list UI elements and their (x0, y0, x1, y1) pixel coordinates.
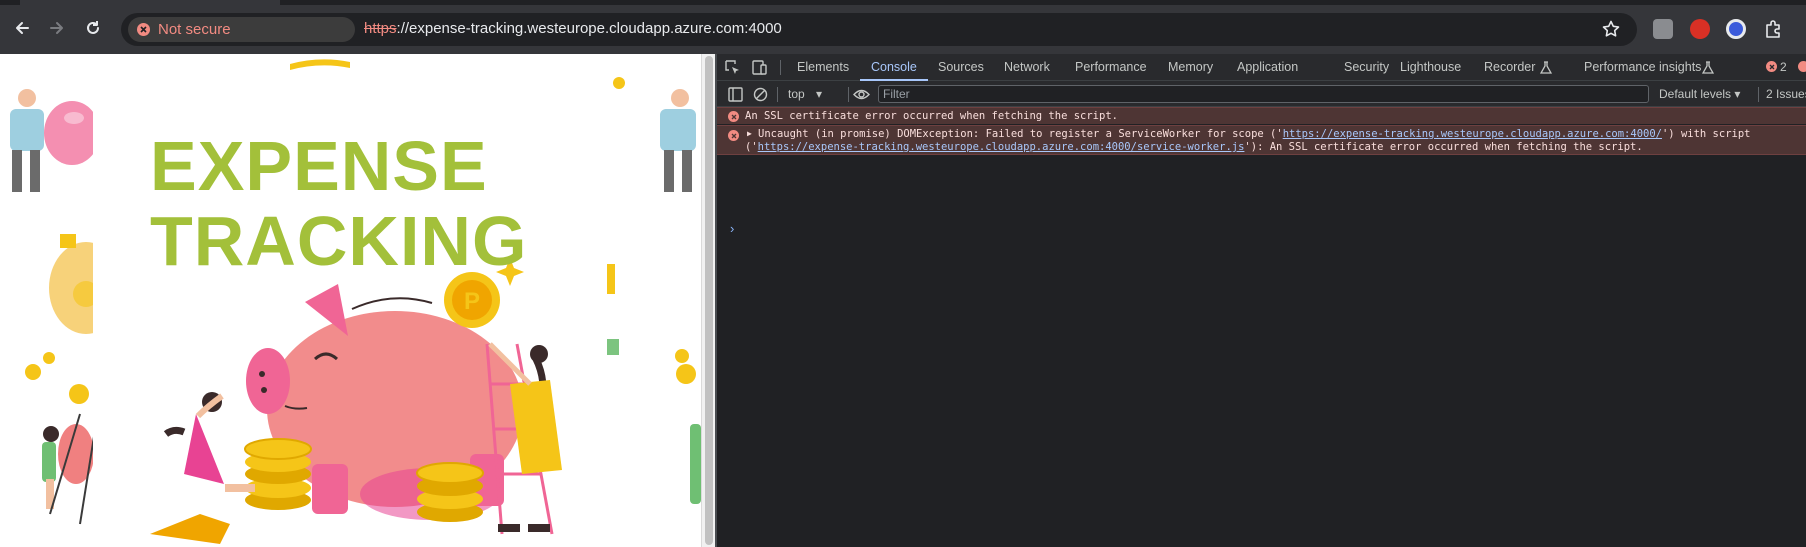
url-host: ://expense-tracking.westeurope.cloudapp.… (396, 20, 782, 37)
devtools-panel: Elements Console Sources Network Perform… (717, 54, 1806, 547)
clear-console-icon[interactable] (752, 86, 769, 103)
console-output: An SSL certificate error occurred when f… (717, 107, 1806, 547)
msg-text: Uncaught (in promise) DOMException: Fail… (758, 128, 1283, 140)
tab-lighthouse[interactable]: Lighthouse (1400, 54, 1461, 81)
error-icon (728, 111, 739, 122)
msg-text: '): An SSL certificate error occurred wh… (1244, 141, 1643, 153)
tab-recorder[interactable]: Recorder (1484, 54, 1535, 81)
toolbar-separator (848, 87, 849, 102)
sidebar-toggle-icon[interactable] (727, 86, 744, 103)
context-selector[interactable]: top ▾ (788, 81, 822, 107)
tab-elements[interactable]: Elements (797, 54, 849, 81)
tab-application[interactable]: Application (1237, 54, 1298, 81)
tab-security[interactable]: Security (1344, 54, 1389, 81)
tab-strip (0, 0, 1806, 5)
page-viewport: P EXPENSE TRACKING (0, 54, 701, 547)
tab[interactable] (20, 0, 280, 5)
toolbar-separator (780, 60, 781, 75)
tab-memory[interactable]: Memory (1168, 54, 1213, 81)
log-levels-label: Default levels (1659, 87, 1732, 101)
console-message-line2: ('https://expense-tracking.westeurope.cl… (745, 141, 1643, 153)
flask-icon (1540, 61, 1552, 74)
expand-triangle-icon[interactable]: ▶ (747, 129, 752, 138)
chevron-down-icon: ▾ (1734, 87, 1741, 101)
msg-text: ') with script (1661, 128, 1751, 140)
warning-icon (137, 23, 150, 36)
toolbar-separator (777, 87, 778, 102)
devtools-tabbar: Elements Console Sources Network Perform… (717, 54, 1806, 81)
msg-text: (' (745, 141, 758, 153)
log-levels-dropdown[interactable]: Default levels ▾ (1659, 81, 1740, 107)
error-count-icon[interactable] (1798, 61, 1806, 72)
inspect-element-icon[interactable] (724, 59, 741, 76)
extension-shield-icon[interactable] (1690, 19, 1710, 39)
security-chip[interactable]: Not secure (128, 17, 355, 42)
security-chip-label: Not secure (158, 21, 231, 38)
svg-text:P: P (464, 288, 480, 315)
script-link[interactable]: https://expense-tracking.westeurope.clou… (758, 141, 1245, 153)
device-toolbar-icon[interactable] (751, 59, 768, 76)
scope-link[interactable]: https://expense-tracking.westeurope.clou… (1283, 128, 1662, 140)
tab-performance-insights[interactable]: Performance insights (1584, 54, 1701, 81)
browser-toolbar: Not secure https://expense-tracking.west… (0, 0, 1806, 54)
extension-eu-icon[interactable] (1726, 19, 1746, 39)
url-scheme: https (364, 20, 397, 37)
hero-title-line2: TRACKING (150, 202, 528, 280)
hero-title-line1: EXPENSE (150, 127, 488, 205)
flask-icon (1702, 61, 1714, 74)
live-expression-eye-icon[interactable] (852, 86, 871, 103)
back-button[interactable] (11, 17, 33, 39)
context-label: top (788, 87, 805, 101)
issues-counter[interactable]: 2 Issues (1766, 81, 1806, 107)
tab-sources[interactable]: Sources (938, 54, 984, 81)
console-message: An SSL certificate error occurred when f… (717, 107, 1806, 124)
forward-button[interactable] (46, 17, 68, 39)
console-prompt-icon[interactable]: › (730, 221, 734, 236)
right-decor (607, 77, 701, 504)
chevron-down-icon: ▾ (816, 87, 823, 101)
page-scrollbar[interactable] (701, 54, 715, 547)
error-count[interactable]: 2 (1780, 54, 1787, 81)
tab-console[interactable]: Console (860, 54, 928, 81)
tab-performance[interactable]: Performance (1075, 54, 1147, 81)
console-message-text: An SSL certificate error occurred when f… (745, 110, 1118, 122)
extension-k-icon[interactable] (1653, 19, 1673, 39)
scrollbar-thumb[interactable] (705, 56, 713, 545)
reload-button[interactable] (82, 17, 104, 39)
console-filter-input[interactable]: Filter (878, 85, 1649, 103)
error-count-icon[interactable] (1766, 61, 1777, 72)
console-message-line1: Uncaught (in promise) DOMException: Fail… (758, 128, 1751, 140)
console-toolbar: top ▾ Filter Default levels ▾ 2 Issues (717, 81, 1806, 107)
console-message: ▶ Uncaught (in promise) DOMException: Fa… (717, 125, 1806, 155)
bookmark-star-icon[interactable] (1601, 19, 1621, 39)
url-text[interactable]: https://expense-tracking.westeurope.clou… (364, 20, 782, 37)
arrow-right-icon (50, 22, 63, 34)
error-icon (728, 130, 739, 141)
address-bar[interactable]: Not secure https://expense-tracking.west… (121, 13, 1637, 46)
tab-network[interactable]: Network (1004, 54, 1050, 81)
reload-icon (87, 21, 99, 34)
toolbar-separator (1758, 87, 1759, 102)
arrow-left-icon (16, 22, 29, 34)
extensions-puzzle-icon[interactable] (1763, 19, 1783, 39)
